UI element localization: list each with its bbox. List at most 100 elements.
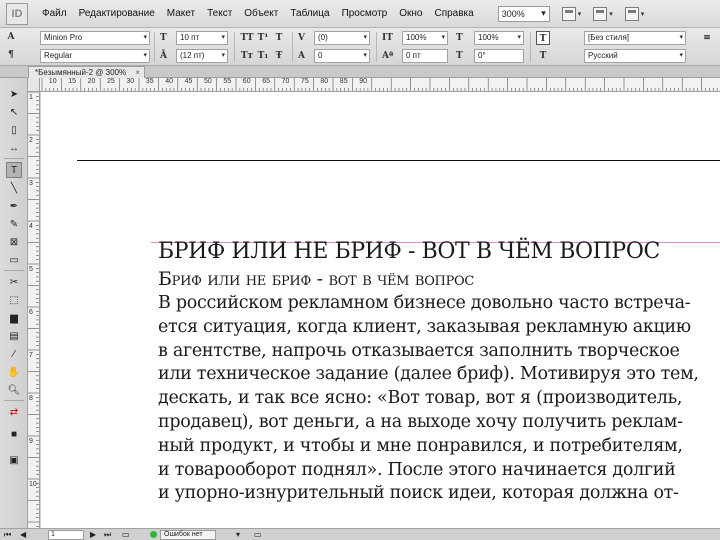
divider [292,32,293,62]
preflight-panel-icon[interactable]: ▭ [254,529,262,540]
strikethrough-button[interactable]: Ŧ [272,49,286,63]
font-size-field[interactable]: 10 пт ▾ [176,31,228,45]
hand-tool-icon[interactable]: ✋ [6,364,22,380]
ruler-label: 3 [29,180,33,187]
document-tab-bar: *Безымянный-2 @ 300% × [0,66,720,78]
menu-help[interactable]: Справка [428,0,479,28]
vertical-scale-icon: IT [382,33,393,43]
leading-field[interactable]: (12 пт) ▾ [176,49,228,63]
vertical-scale-field[interactable]: 100% ▾ [402,31,448,45]
paragraph-line: дескать, и так все ясно: «Вот товар, вот… [158,388,683,409]
last-page-icon[interactable]: ⏭ [104,529,111,540]
subscript-button[interactable]: T₁ [256,49,270,63]
arrange-documents-icon[interactable] [624,6,639,21]
ruler-label: 45 [184,78,193,85]
scissors-tool-icon[interactable]: ✂ [6,274,22,290]
fill-stroke-icon[interactable]: ■ [6,426,22,442]
stroke-swatch-icon[interactable]: T [536,49,550,63]
vertical-ruler[interactable]: 1 2 3 4 5 6 7 8 9 10 [28,92,40,528]
chevron-down-icon: ▾ [441,34,445,41]
eyedropper-tool-icon[interactable]: ⁄ [6,346,22,362]
chevron-down-icon: ▾ [363,52,367,59]
menu-table[interactable]: Таблица [284,0,335,28]
ruler-label: 40 [165,78,173,85]
font-family-field[interactable]: Minion Pro ▾ [40,31,150,45]
preflight-menu-icon[interactable]: ▾ [236,529,240,540]
ruler-label: 2 [29,137,33,144]
tools-panel: ➤ ↖ ▯ ↔ T ╲ ✒ ✎ ⊠ ▭ ✂ ⬚ ▆ ▤ ⁄ ✋ 🔍︎ ⇄ ■ ▣ [0,66,28,528]
direct-selection-tool-icon[interactable]: ↖ [6,104,22,120]
horizontal-ruler[interactable]: 10 15 20 25 30 35 40 45 50 55 60 65 70 75 80 85 90 [28,78,720,92]
menu-layout[interactable]: Макет [161,0,201,28]
previous-page-icon[interactable]: ◀ [20,529,26,540]
page-number-value: 1 [51,531,55,538]
tracking-value: 0 [318,51,323,60]
tracking-field[interactable]: 0 ▾ [314,49,370,63]
ruler-label: 15 [68,78,76,85]
kerning-value: (0) [318,33,328,42]
open-page-icon[interactable]: ▭ [122,529,130,540]
fill-swatch-icon[interactable]: T [536,31,550,45]
fill-stroke-swap-icon[interactable]: ⇄ [6,404,22,420]
text-frame[interactable]: БРИФ ИЛИ НЕ БРИФ - ВОТ В ЧЁМ ВОПРОС Бриф… [158,238,720,506]
font-family-value: Minion Pro [44,33,83,42]
menu-object[interactable]: Объект [238,0,284,28]
rectangle-tool-icon[interactable]: ▭ [6,252,22,268]
document-tab[interactable]: *Безымянный-2 @ 300% × [28,66,146,78]
skew-field[interactable]: 0° [474,49,524,63]
small-caps-button[interactable]: Tт [240,49,254,63]
language-value: Русский [588,51,618,60]
baseline-shift-field[interactable]: 0 пт [402,49,448,63]
next-page-icon[interactable]: ▶ [90,529,96,540]
screen-mode-icon[interactable] [593,6,608,21]
ruler-origin[interactable] [28,78,40,92]
menu-type[interactable]: Текст [201,0,238,28]
ruler-label: 7 [29,352,33,359]
line-tool-icon[interactable]: ╲ [6,180,22,196]
screen-mode-icon[interactable]: ▣ [6,452,22,468]
menu-file[interactable]: Файл [36,0,73,28]
horizontal-scale-field[interactable]: 100% ▾ [474,31,524,45]
pencil-tool-icon[interactable]: ✎ [6,216,22,232]
first-page-icon[interactable]: ⏮ [4,529,11,540]
pen-tool-icon[interactable]: ✒ [6,198,22,214]
ruler-label: 4 [29,223,33,230]
all-caps-button[interactable]: TT [240,31,254,45]
close-icon[interactable]: × [135,67,140,78]
panel-menu-icon[interactable]: ≡ [700,31,714,45]
paragraph-formatting-icon[interactable]: ¶ [4,48,18,62]
document-canvas[interactable]: БРИФ ИЛИ НЕ БРИФ - ВОТ В ЧЁМ ВОПРОС Бриф… [41,92,720,528]
ruler-label: 85 [339,78,348,85]
note-tool-icon[interactable]: ▤ [6,328,22,344]
superscript-button[interactable]: T¹ [256,31,270,45]
chevron-down-icon: ▾ [679,34,683,41]
zoom-tool-icon[interactable]: 🔍︎ [6,382,22,398]
ruler-label: 10 [48,78,57,85]
view-options-icon[interactable] [561,6,576,21]
selection-tool-icon[interactable]: ➤ [6,86,22,102]
type-tool-icon[interactable]: T [6,162,22,178]
font-style-field[interactable]: Regular ▾ [40,49,150,63]
divider [4,400,24,401]
page-tool-icon[interactable]: ▯ [6,122,22,138]
gap-tool-icon[interactable]: ↔ [6,140,22,156]
kerning-field[interactable]: (0) ▾ [314,31,370,45]
rectangle-frame-tool-icon[interactable]: ⊠ [6,234,22,250]
skew-value: 0° [478,51,486,60]
menu-window[interactable]: Окно [393,0,428,28]
menu-edit[interactable]: Редактирование [73,0,161,28]
zoom-level-dropdown[interactable]: 300% ▾ [497,5,550,22]
chevron-down-icon: ▾ [143,52,147,59]
horizontal-rule-line [77,160,720,161]
free-transform-tool-icon[interactable]: ⬚ [6,292,22,308]
gradient-swatch-tool-icon[interactable]: ▆ [6,310,22,326]
character-style-field[interactable]: [Без стиля] ▾ [584,31,686,45]
ruler-label: 55 [223,78,232,85]
menu-view[interactable]: Просмотр [336,0,394,28]
character-formatting-icon[interactable]: A [4,30,18,44]
page-number-field[interactable]: 1 [48,530,84,540]
preflight-status[interactable]: Ошибок нет [160,530,216,540]
chevron-down-icon: ▾ [577,10,582,18]
language-field[interactable]: Русский ▾ [584,49,686,63]
underline-button[interactable]: T [272,31,286,45]
